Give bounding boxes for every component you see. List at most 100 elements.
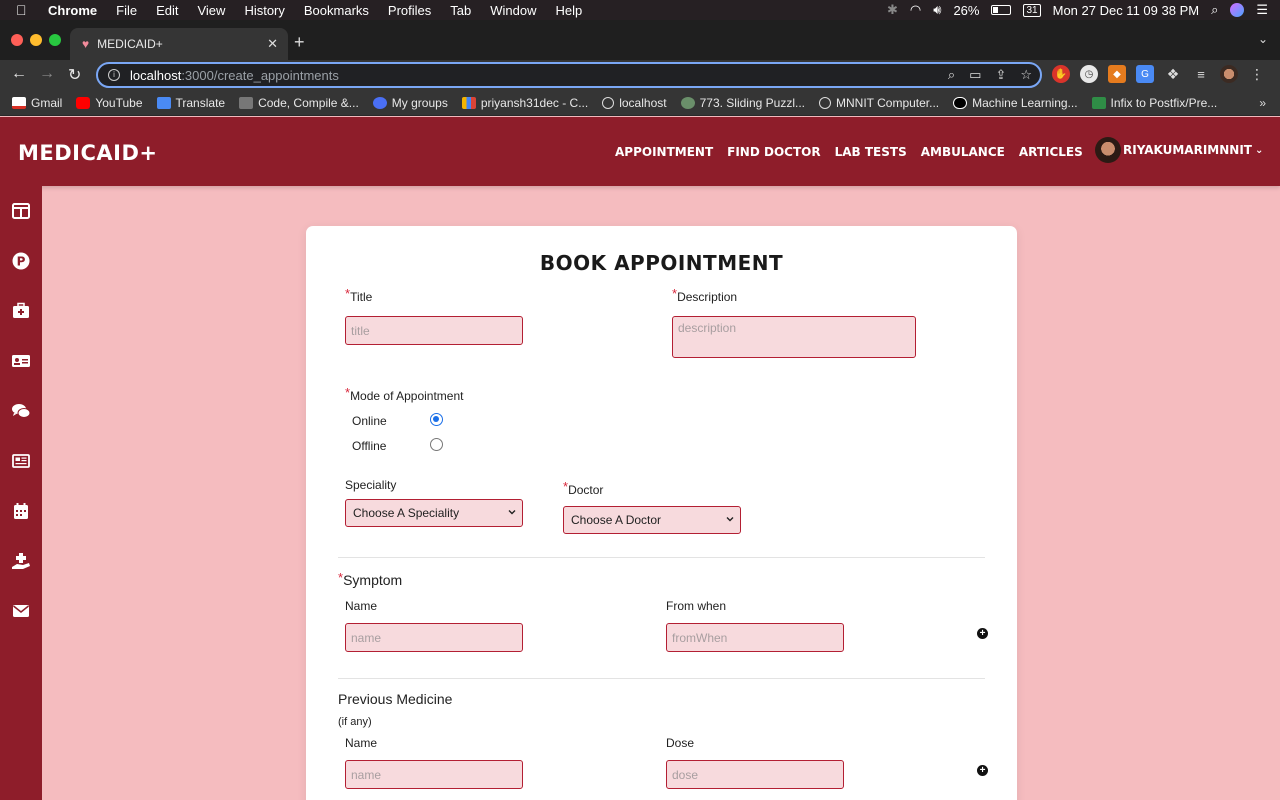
doctor-select[interactable]: Choose A Doctor — [563, 506, 741, 534]
new-tab-button[interactable]: + — [294, 32, 305, 53]
browser-tab-active[interactable]: ♥ MEDICAID+ ✕ — [70, 28, 288, 60]
menu-bookmarks[interactable]: Bookmarks — [304, 3, 369, 18]
battery-icon[interactable] — [991, 5, 1012, 15]
wifi-icon[interactable]: ◠ — [910, 2, 921, 18]
bookmark-star-icon[interactable]: ☆ — [1020, 67, 1032, 83]
siri-icon[interactable] — [1230, 3, 1245, 17]
menu-help[interactable]: Help — [556, 3, 583, 18]
medicine-dose-input[interactable]: dose — [666, 760, 844, 789]
speciality-select[interactable]: Choose A Speciality — [345, 499, 523, 527]
online-radio[interactable] — [430, 413, 443, 426]
parking-p-icon[interactable]: P — [11, 251, 31, 271]
description-textarea[interactable]: description — [672, 316, 916, 358]
hand-holding-medical-icon[interactable] — [11, 551, 31, 571]
symptom-heading: Symptom — [343, 572, 403, 588]
extension-clock-icon[interactable]: ◷ — [1080, 65, 1098, 83]
zoom-search-icon[interactable]: ⌕ — [948, 67, 955, 83]
menu-profiles[interactable]: Profiles — [388, 3, 431, 18]
menu-history[interactable]: History — [244, 3, 284, 18]
symptom-name-input[interactable]: name — [345, 623, 523, 652]
nav-find-doctor[interactable]: FIND DOCTOR — [727, 145, 820, 159]
chevron-down-icon — [726, 517, 734, 522]
bookmark-code-compile[interactable]: Code, Compile &... — [239, 96, 359, 110]
add-medicine-plus-icon[interactable]: + — [977, 765, 988, 776]
newspaper-icon[interactable] — [11, 451, 31, 471]
section-divider — [338, 557, 985, 558]
bookmark-youtube[interactable]: YouTube — [76, 96, 143, 110]
mode-label: Mode of Appointment — [350, 389, 464, 403]
macos-menubar:  Chrome File Edit View History Bookmark… — [0, 0, 1280, 20]
envelope-icon[interactable] — [11, 601, 31, 621]
bookmark-machine-learning[interactable]: Machine Learning... — [953, 96, 1078, 110]
menu-app-name[interactable]: Chrome — [48, 3, 97, 18]
menu-file[interactable]: File — [116, 3, 137, 18]
window-zoom-button[interactable] — [49, 34, 61, 46]
menu-edit[interactable]: Edit — [156, 3, 178, 18]
bluetooth-icon[interactable]: ✱ — [887, 2, 898, 18]
user-menu[interactable]: RIYAKUMARIMNNIT ⌄ — [1095, 137, 1263, 163]
bookmarks-overflow-icon[interactable]: » — [1259, 96, 1266, 110]
forward-arrow-icon[interactable]: → — [39, 65, 55, 83]
nav-ambulance[interactable]: AMBULANCE — [921, 145, 1005, 159]
profile-avatar-icon[interactable] — [1220, 65, 1238, 83]
description-label: Description — [677, 290, 738, 304]
nav-appointment[interactable]: APPOINTMENT — [615, 145, 713, 159]
omnibox-actions: ⌕ ▭ ⇪ ☆ — [948, 67, 1032, 83]
window-close-button[interactable] — [11, 34, 23, 46]
nav-lab-tests[interactable]: LAB TESTS — [835, 145, 907, 159]
dashboard-icon[interactable] — [11, 201, 31, 221]
metamask-fox-icon[interactable]: ◆ — [1108, 65, 1126, 83]
back-arrow-icon[interactable]: ← — [11, 65, 27, 83]
menubar-clock[interactable]: Mon 27 Dec 11 09 38 PM — [1053, 3, 1199, 18]
window-minimize-button[interactable] — [30, 34, 42, 46]
calendar-status-icon[interactable]: 31 — [1023, 3, 1041, 17]
bookmark-label: MNNIT Computer... — [836, 95, 940, 110]
symptom-name-label: Name — [345, 599, 378, 613]
comments-icon[interactable] — [11, 401, 31, 421]
share-icon[interactable]: ⇪ — [995, 67, 1006, 83]
control-center-icon[interactable]: ☰ — [1256, 2, 1268, 18]
bookmark-priyansh[interactable]: priyansh31dec - C... — [461, 96, 588, 110]
reading-list-icon[interactable]: ≡ — [1192, 65, 1210, 83]
bookmark-gmail[interactable]: Gmail — [12, 96, 62, 110]
medical-kit-icon[interactable] — [11, 301, 31, 321]
id-card-icon[interactable] — [11, 351, 31, 371]
apple-icon[interactable]:  — [16, 2, 32, 18]
heart-favicon-icon: ♥ — [82, 37, 90, 51]
title-label-group: *Title — [345, 286, 372, 304]
bookmark-mnnit[interactable]: MNNIT Computer... — [819, 96, 939, 110]
address-bar[interactable]: i localhost:3000/create_appointments ⌕ ▭… — [96, 62, 1042, 88]
nav-articles[interactable]: ARTICLES — [1019, 145, 1083, 159]
offline-radio[interactable] — [430, 438, 443, 451]
spotlight-search-icon[interactable]: ⌕ — [1211, 2, 1218, 18]
volume-icon[interactable]: 🔊︎ — [933, 2, 941, 18]
menu-window[interactable]: Window — [490, 3, 536, 18]
extension-red-icon[interactable]: ✋ — [1052, 65, 1070, 83]
extensions-puzzle-icon[interactable]: ❖ — [1164, 65, 1182, 83]
app-logo[interactable]: MEDICAID+ — [18, 141, 158, 165]
bookmark-sliding-puzzle[interactable]: 773. Sliding Puzzl... — [680, 96, 805, 110]
required-mark: * — [345, 385, 351, 400]
tab-search-chevron-icon[interactable]: ⌄ — [1258, 32, 1268, 46]
reload-icon[interactable]: ↻ — [68, 65, 81, 85]
avatar — [1095, 137, 1121, 163]
site-info-icon[interactable]: i — [108, 69, 120, 81]
bookmark-translate[interactable]: Translate — [156, 96, 225, 110]
url-host: localhost — [130, 67, 182, 83]
medicine-name-input[interactable]: name — [345, 760, 523, 789]
title-input[interactable]: title — [345, 316, 523, 345]
card-icon[interactable]: ▭ — [969, 67, 981, 83]
bookmark-infix-postfix[interactable]: Infix to Postfix/Pre... — [1091, 96, 1217, 110]
bookmark-my-groups[interactable]: My groups — [372, 95, 448, 110]
battery-percent[interactable]: 26% — [953, 3, 979, 18]
symptom-from-input[interactable]: fromWhen — [666, 623, 844, 652]
menu-view[interactable]: View — [197, 3, 225, 18]
bookmark-label: My groups — [391, 95, 448, 110]
bookmark-localhost[interactable]: localhost — [602, 96, 667, 110]
add-symptom-plus-icon[interactable]: + — [977, 628, 988, 639]
calendar-icon[interactable] — [11, 501, 31, 521]
google-translate-icon[interactable]: G — [1136, 65, 1154, 83]
tab-close-icon[interactable]: ✕ — [267, 36, 278, 52]
chrome-menu-icon[interactable]: ⋮ — [1248, 65, 1266, 83]
menu-tab[interactable]: Tab — [450, 3, 471, 18]
